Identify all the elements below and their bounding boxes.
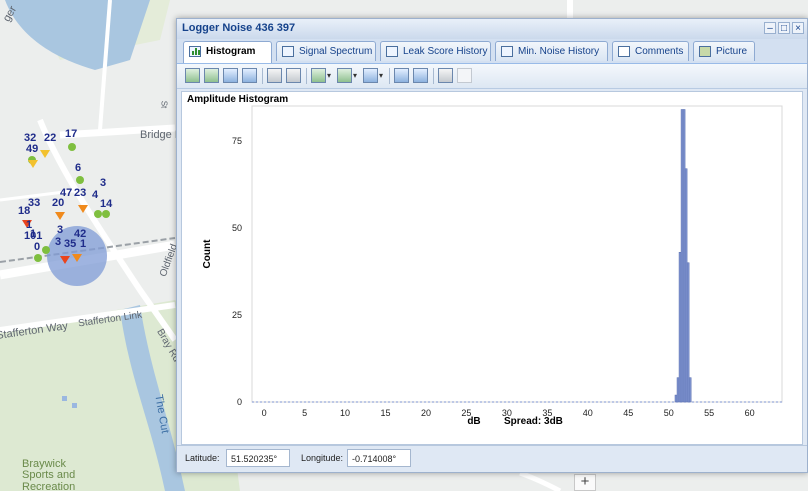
y-tick-label: 25 bbox=[232, 310, 242, 320]
tab-picture[interactable]: Picture bbox=[693, 41, 755, 61]
map-cluster[interactable]: 35 bbox=[64, 238, 76, 250]
line-chart-icon[interactable] bbox=[223, 68, 238, 83]
tab-comments[interactable]: Comments bbox=[612, 41, 689, 61]
print-icon[interactable] bbox=[438, 68, 453, 83]
x-tick-label: 15 bbox=[381, 408, 391, 418]
histogram-chart: Amplitude Histogram 0 5 10 15 20 25 30 35 40 45 50… bbox=[187, 94, 783, 427]
histogram-bar bbox=[674, 394, 678, 403]
chart-toolbar bbox=[177, 64, 807, 89]
map-cluster[interactable]: 3 bbox=[100, 177, 106, 189]
latitude-label: Latitude: bbox=[185, 453, 220, 463]
plot-area bbox=[251, 105, 783, 403]
longitude-label: Longitude: bbox=[301, 453, 344, 463]
y-tick-label: 50 bbox=[232, 223, 242, 233]
area-chart-icon[interactable] bbox=[242, 68, 257, 83]
coordinates-statusbar: Latitude: 51.520235° Longitude: -0.71400… bbox=[177, 445, 807, 472]
eraser-icon[interactable] bbox=[457, 68, 472, 83]
map-cluster[interactable]: 3 bbox=[57, 224, 63, 236]
histogram-icon bbox=[189, 46, 201, 57]
tab-histogram[interactable]: Histogram bbox=[183, 41, 272, 63]
tab-label: Picture bbox=[716, 46, 748, 57]
histogram-bar bbox=[688, 377, 692, 403]
map-cluster[interactable]: 18 bbox=[18, 205, 30, 217]
map-cluster[interactable]: 0 bbox=[34, 241, 40, 253]
leak-score-chart-icon bbox=[386, 46, 398, 57]
zoom-in-button[interactable]: + bbox=[574, 474, 596, 491]
chart-type-dropdown-icon[interactable] bbox=[311, 68, 331, 83]
tab-label: Signal Spectrum bbox=[299, 46, 373, 57]
histogram-panel: Amplitude Histogram 0 5 10 15 20 25 30 35 40 45 50… bbox=[181, 91, 803, 445]
export-icon[interactable] bbox=[394, 68, 409, 83]
grid-icon[interactable] bbox=[413, 68, 428, 83]
tab-label: Histogram bbox=[206, 46, 256, 57]
x-tick-label: 0 bbox=[262, 408, 267, 418]
tab-strip: Histogram Signal Spectrum Leak Score His… bbox=[177, 39, 807, 64]
x-tick-label: 45 bbox=[623, 408, 633, 418]
toolbar-separator bbox=[306, 68, 307, 84]
y-axis-label: Count bbox=[202, 239, 213, 269]
toolbar-separator bbox=[262, 68, 263, 84]
map-cluster[interactable]: 6 bbox=[75, 162, 81, 174]
restore-button[interactable]: □ bbox=[778, 22, 790, 34]
columns-icon[interactable] bbox=[286, 68, 301, 83]
x-axis-label: dB bbox=[467, 416, 480, 427]
logger-noise-window: Logger Noise 436 397 – □ × Histogram Sig… bbox=[176, 18, 808, 473]
x-tick-label: 10 bbox=[340, 408, 350, 418]
tab-label: Min. Noise History bbox=[518, 46, 600, 57]
y-tick-label: 0 bbox=[237, 397, 242, 407]
x-tick-label: 40 bbox=[583, 408, 593, 418]
spread-label: Spread: 3dB bbox=[504, 416, 563, 427]
x-tick-label: 60 bbox=[745, 408, 755, 418]
tab-leak-score-history[interactable]: Leak Score History bbox=[380, 41, 491, 61]
x-tick-label: 50 bbox=[664, 408, 674, 418]
histogram-bar bbox=[684, 168, 688, 403]
map-label-st: St bbox=[159, 100, 169, 109]
chart-title: Amplitude Histogram bbox=[187, 94, 288, 105]
signal-spectrum-icon bbox=[282, 46, 294, 57]
series-dropdown-icon[interactable] bbox=[337, 68, 357, 83]
y-tick-label: 75 bbox=[232, 136, 242, 146]
bar-chart-icon[interactable] bbox=[185, 68, 200, 83]
x-tick-label: 20 bbox=[421, 408, 431, 418]
tab-label: Leak Score History bbox=[403, 46, 488, 57]
toolbar-separator bbox=[389, 68, 390, 84]
map-cluster[interactable]: 3 bbox=[55, 236, 61, 248]
close-button[interactable]: × bbox=[792, 22, 804, 34]
histogram-bar bbox=[678, 252, 682, 403]
histogram-bar bbox=[680, 109, 684, 403]
map-label-sports-and: Sports and bbox=[22, 469, 76, 481]
map-cluster[interactable]: 1 bbox=[80, 238, 86, 250]
map-cluster[interactable]: 49 bbox=[26, 143, 38, 155]
toolbar-separator bbox=[433, 68, 434, 84]
map-label-recreation: Recreation bbox=[22, 481, 76, 491]
tab-signal-spectrum[interactable]: Signal Spectrum bbox=[276, 41, 376, 61]
map-cluster[interactable]: 1 bbox=[30, 228, 36, 240]
map-cluster[interactable]: 4 bbox=[92, 189, 98, 201]
picture-icon bbox=[699, 46, 711, 57]
window-title: Logger Noise 436 397 bbox=[182, 22, 296, 34]
window-titlebar[interactable]: Logger Noise 436 397 – □ × bbox=[177, 19, 807, 40]
map-cluster[interactable]: 22 bbox=[44, 132, 56, 144]
minimize-button[interactable]: – bbox=[764, 22, 776, 34]
min-noise-chart-icon bbox=[501, 46, 513, 57]
histogram-bar bbox=[686, 262, 690, 403]
map-cluster[interactable]: 20 bbox=[52, 197, 64, 209]
table-icon[interactable] bbox=[267, 68, 282, 83]
map-cluster[interactable]: 14 bbox=[100, 198, 112, 210]
color-dropdown-icon[interactable] bbox=[363, 68, 383, 83]
map-cluster[interactable]: 17 bbox=[65, 128, 77, 140]
map-cluster[interactable]: 23 bbox=[74, 187, 86, 199]
x-tick-label: 55 bbox=[704, 408, 714, 418]
latitude-field[interactable]: 51.520235° bbox=[226, 449, 290, 467]
histogram-bar bbox=[676, 377, 680, 403]
tab-label: Comments bbox=[635, 46, 684, 57]
tab-min-noise-history[interactable]: Min. Noise History bbox=[495, 41, 608, 61]
histogram-bar bbox=[682, 109, 686, 403]
x-tick-label: 5 bbox=[302, 408, 307, 418]
stacked-bar-icon[interactable] bbox=[204, 68, 219, 83]
comments-icon bbox=[618, 46, 630, 57]
longitude-field[interactable]: -0.714008° bbox=[347, 449, 411, 467]
